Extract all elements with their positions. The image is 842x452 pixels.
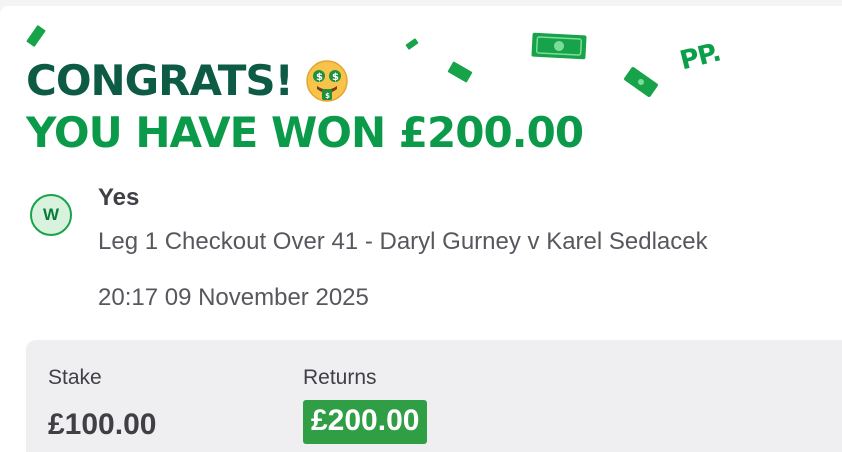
stake-label: Stake	[48, 366, 102, 389]
bet-summary-panel: Stake £100.00 Returns £200.00	[26, 340, 842, 452]
win-headline: CONGRATS! $ $ $ YOU HAVE WON £200.00	[26, 56, 584, 166]
win-notification-card: PP. CONGRATS! $ $ $ YOU HAVE WON £200.00…	[0, 6, 842, 452]
stake-value: £100.00	[48, 408, 157, 441]
congrats-line: CONGRATS! $ $ $	[26, 56, 583, 106]
returns-label: Returns	[303, 366, 377, 389]
bet-selection: Yes	[98, 184, 140, 211]
brand-logo: PP.	[676, 37, 724, 77]
banknote-icon	[26, 25, 46, 47]
money-mouth-face-icon: $ $ $	[306, 60, 348, 102]
bet-market: Leg 1 Checkout Over 41 - Daryl Gurney v …	[98, 228, 708, 255]
bet-datetime: 20:17 09 November 2025	[98, 284, 369, 311]
returns-column: Returns £200.00	[303, 366, 428, 444]
returns-value: £200.00	[303, 400, 428, 444]
banknote-icon	[624, 67, 658, 97]
svg-text:$: $	[332, 72, 339, 83]
win-status-badge: W	[30, 194, 72, 236]
svg-text:$: $	[316, 72, 323, 83]
congrats-text: CONGRATS!	[26, 56, 294, 105]
stake-column: Stake £100.00	[48, 366, 156, 442]
won-amount-line: YOU HAVE WON £200.00	[26, 108, 584, 157]
banknote-icon	[405, 38, 419, 50]
